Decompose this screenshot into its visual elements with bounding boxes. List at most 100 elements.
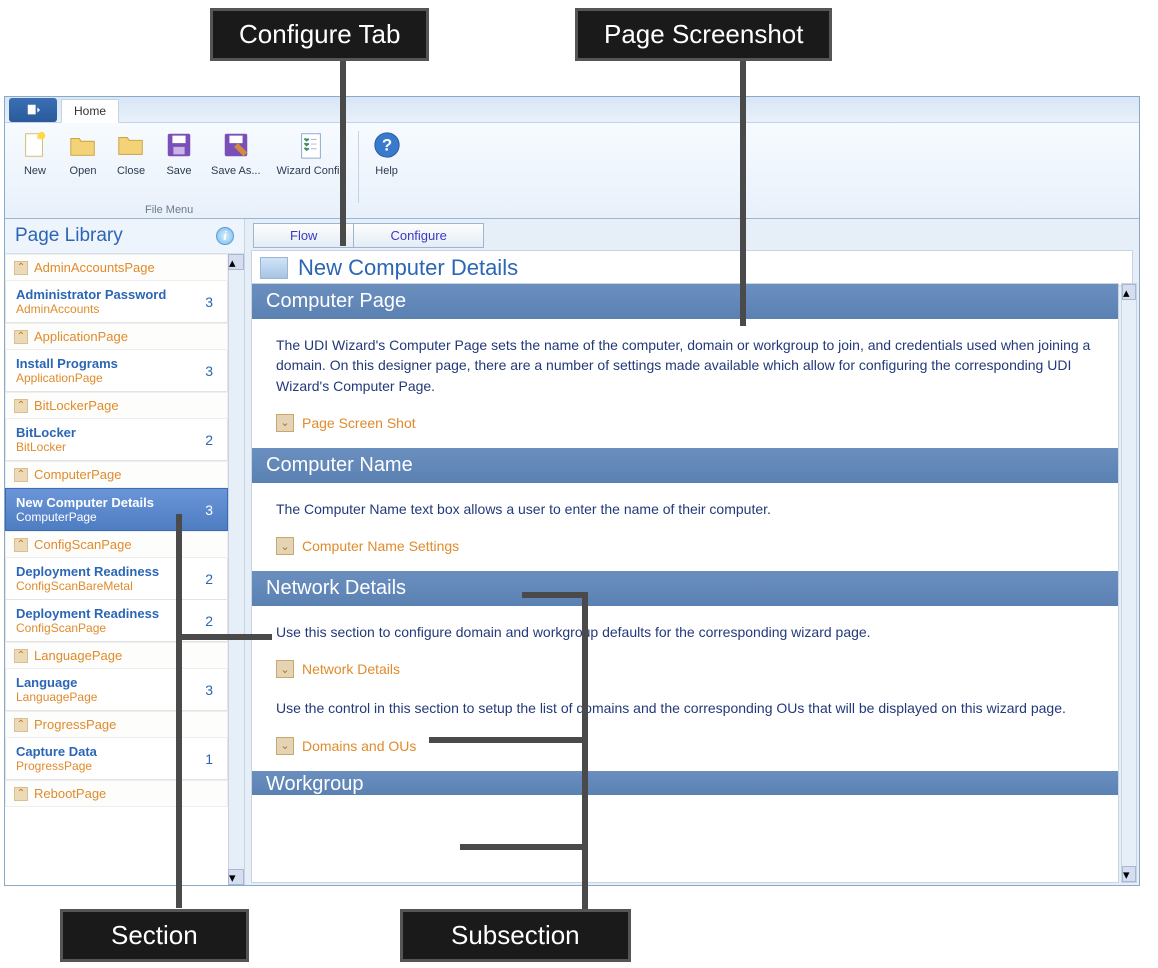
chevron-up-icon: ⌃ (14, 261, 28, 275)
sidebar-group-header[interactable]: ⌃AdminAccountsPage (5, 254, 228, 281)
main-scrollbar[interactable]: ▴ ▾ (1121, 283, 1137, 883)
save-as-icon (220, 129, 252, 161)
tab-flow[interactable]: Flow (253, 223, 353, 248)
ribbon-divider (358, 131, 359, 203)
sidebar-item-subtitle: LanguagePage (16, 690, 97, 704)
sidebar-group-header[interactable]: ⌃ApplicationPage (5, 323, 228, 350)
sidebar-item-subtitle: ProgressPage (16, 759, 97, 773)
ribbon-label: Close (117, 165, 145, 177)
chevron-down-icon: ⌄ (276, 737, 294, 755)
ribbon-toolbar: New Open Close Save Save As... (5, 123, 1139, 219)
ribbon-label: Open (70, 165, 97, 177)
sidebar-item-badge: 3 (205, 294, 217, 310)
sidebar-item[interactable]: BitLockerBitLocker 2 (5, 419, 228, 461)
save-button[interactable]: Save (155, 127, 203, 179)
ribbon-label: Save As... (211, 165, 261, 177)
sidebar-item-badge: 2 (205, 571, 217, 587)
svg-text:?: ? (381, 136, 391, 155)
sidebar-group-header[interactable]: ⌃BitLockerPage (5, 392, 228, 419)
subsection-label: Domains and OUs (302, 738, 416, 754)
scroll-down-button[interactable]: ▾ (1122, 866, 1136, 882)
ribbon-label: Save (166, 165, 191, 177)
sidebar-item-subtitle: ComputerPage (16, 510, 154, 524)
info-icon[interactable]: i (216, 227, 234, 245)
sidebar-item-badge: 2 (205, 432, 217, 448)
sidebar-item-title: Language (16, 675, 97, 690)
scroll-down-button[interactable]: ▾ (228, 869, 244, 885)
sidebar-group-label: ConfigScanPage (34, 537, 132, 552)
help-icon: ? (371, 129, 403, 161)
chevron-down-icon: ⌄ (276, 660, 294, 678)
subsection-network-details[interactable]: ⌄ Network Details (252, 650, 1118, 694)
section-heading: Network Details (252, 571, 1118, 606)
chevron-up-icon: ⌃ (14, 718, 28, 732)
ribbon-label: New (24, 165, 46, 177)
sidebar-group-header[interactable]: ⌃ ProgressPage (5, 711, 228, 738)
sidebar-group-label: BitLockerPage (34, 398, 119, 413)
sidebar-item-subtitle: BitLocker (16, 440, 76, 454)
scroll-up-button[interactable]: ▴ (228, 254, 244, 270)
ribbon-label: Wizard Config (277, 165, 346, 177)
sidebar-item-title: Capture Data (16, 744, 97, 759)
subsection-label: Computer Name Settings (302, 538, 459, 554)
sidebar-item-badge: 3 (205, 502, 217, 518)
sidebar-scrollbar[interactable]: ▴ ▾ (228, 254, 244, 885)
page-library-sidebar: Page Library i ⌃AdminAccountsPageAdminis… (5, 219, 245, 885)
subsection-computer-name-settings[interactable]: ⌄ Computer Name Settings (252, 527, 1118, 571)
section-description: The UDI Wizard's Computer Page sets the … (252, 319, 1118, 404)
sidebar-title: Page Library i (5, 219, 244, 254)
ribbon-tab-home[interactable]: Home (61, 99, 119, 123)
new-button[interactable]: New (11, 127, 59, 179)
subsection-page-screenshot[interactable]: ⌄ Page Screen Shot (252, 404, 1118, 448)
page-header: New Computer Details (251, 250, 1133, 286)
sidebar-group-header[interactable]: ⌃ConfigScanPage (5, 531, 228, 558)
sidebar-group-header[interactable]: ⌃LanguagePage (5, 642, 228, 669)
tab-configure[interactable]: Configure (353, 223, 483, 248)
scroll-up-button[interactable]: ▴ (1122, 284, 1136, 300)
sidebar-item[interactable]: Install ProgramsApplicationPage3 (5, 350, 228, 392)
sidebar-group-header[interactable]: ⌃ RebootPage (5, 780, 228, 807)
callout-configure-tab: Configure Tab (210, 8, 429, 61)
sidebar-item[interactable]: New Computer DetailsComputerPage3 (5, 488, 228, 531)
sidebar-item-subtitle: ConfigScanBareMetal (16, 579, 159, 593)
callout-section: Section (60, 909, 249, 962)
sidebar-item-title: BitLocker (16, 425, 76, 440)
ribbon-group-label: File Menu (145, 204, 193, 216)
save-as-button[interactable]: Save As... (203, 127, 269, 179)
main-panel: Flow Configure New Computer Details Comp… (245, 219, 1139, 885)
sidebar-group-label: ProgressPage (34, 717, 116, 732)
sidebar-item-title: Install Programs (16, 356, 118, 371)
wizard-config-icon (295, 129, 327, 161)
section-heading-partial: Workgroup (252, 771, 1118, 795)
open-button[interactable]: Open (59, 127, 107, 179)
ribbon-label: Help (375, 165, 398, 177)
save-icon (163, 129, 195, 161)
sidebar-title-text: Page Library (15, 225, 123, 247)
sidebar-group-header[interactable]: ⌃ComputerPage (5, 461, 228, 488)
sidebar-group-label: LanguagePage (34, 648, 122, 663)
sidebar-item[interactable]: Deployment ReadinessConfigScanBareMetal2 (5, 558, 228, 600)
connector-line (582, 592, 588, 909)
subsection-label: Network Details (302, 661, 400, 677)
sidebar-item[interactable]: LanguageLanguagePage3 (5, 669, 228, 711)
connector-line (740, 58, 746, 326)
sidebar-item[interactable]: Capture DataProgressPage1 (5, 738, 228, 780)
chevron-up-icon: ⌃ (14, 787, 28, 801)
connector-line (460, 844, 588, 850)
subsection-label: Page Screen Shot (302, 415, 416, 431)
sidebar-group-label: ComputerPage (34, 467, 121, 482)
sidebar-group-label: RebootPage (34, 786, 106, 801)
connector-line (429, 737, 588, 743)
section-heading: Computer Name (252, 448, 1118, 483)
section-description: Use the control in this section to setup… (252, 694, 1118, 726)
sidebar-list[interactable]: ⌃AdminAccountsPageAdministrator Password… (5, 254, 228, 885)
app-menu-button[interactable] (9, 98, 57, 122)
sidebar-group-label: ApplicationPage (34, 329, 128, 344)
sidebar-item-subtitle: AdminAccounts (16, 302, 166, 316)
sidebar-item[interactable]: Administrator PasswordAdminAccounts3 (5, 281, 228, 323)
help-button[interactable]: ? Help (363, 127, 411, 179)
sidebar-item-title: Deployment Readiness (16, 606, 159, 621)
subsection-domains-ous[interactable]: ⌄ Domains and OUs (252, 727, 1118, 771)
close-button[interactable]: Close (107, 127, 155, 179)
connector-line (176, 634, 272, 640)
